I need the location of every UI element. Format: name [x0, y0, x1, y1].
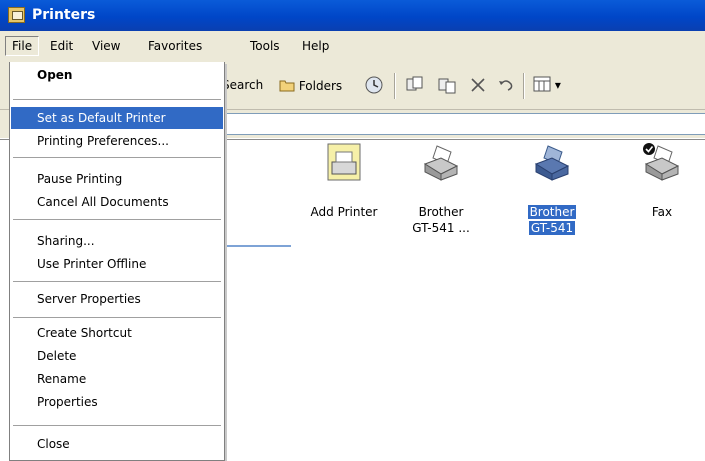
menu-tools[interactable]: Tools — [250, 39, 280, 53]
item-label: Brother GT-541 — [514, 204, 590, 236]
move-to-icon[interactable] — [405, 75, 425, 95]
menu-separator — [13, 219, 221, 220]
views-button[interactable]: ▾ — [533, 75, 561, 93]
menu-separator — [13, 99, 221, 100]
toolbar-separator — [394, 73, 396, 99]
menu-item-set-default-printer[interactable]: Set as Default Printer — [11, 107, 223, 129]
history-icon[interactable] — [364, 75, 384, 95]
menu-item-create-shortcut[interactable]: Create Shortcut — [11, 322, 223, 344]
item-brother-gt541[interactable]: Brother GT-541 — [514, 142, 590, 235]
chevron-down-icon: ▾ — [554, 78, 561, 92]
item-label-line1: Brother — [418, 205, 464, 219]
menu-separator — [13, 281, 221, 282]
divider-line — [225, 245, 291, 247]
search-button[interactable]: Search — [222, 78, 263, 92]
undo-icon[interactable] — [496, 75, 516, 95]
item-brother-gt541-copy[interactable]: Brother GT-541 ... — [403, 142, 479, 235]
menu-edit[interactable]: Edit — [50, 39, 73, 53]
folders-label: Folders — [298, 79, 343, 93]
delete-icon[interactable] — [468, 75, 488, 95]
menu-item-use-printer-offline[interactable]: Use Printer Offline — [11, 253, 223, 275]
item-label: Add Printer — [310, 205, 378, 219]
printer-icon — [423, 145, 459, 181]
printer-icon — [534, 145, 570, 181]
item-add-printer[interactable]: Add Printer — [306, 142, 382, 232]
fax-icon — [643, 143, 680, 181]
menu-item-printing-preferences[interactable]: Printing Preferences... — [11, 130, 223, 152]
folders-button[interactable]: Folders — [279, 78, 342, 93]
menu-item-rename[interactable]: Rename — [11, 368, 223, 390]
item-fax[interactable]: Fax — [624, 142, 700, 232]
menu-file[interactable]: File — [5, 36, 40, 56]
menu-favorites[interactable]: Favorites — [148, 39, 202, 53]
add-printer-icon — [327, 143, 361, 181]
menu-item-pause-printing[interactable]: Pause Printing — [11, 168, 223, 190]
item-label-line2: GT-541 — [528, 221, 576, 235]
menu-item-open[interactable]: Open — [11, 64, 223, 86]
menu-item-server-properties[interactable]: Server Properties — [11, 288, 223, 310]
menu-view[interactable]: View — [92, 39, 120, 53]
copy-to-icon[interactable] — [437, 75, 457, 95]
menu-separator — [13, 157, 221, 158]
item-label: Brother GT-541 ... — [403, 204, 479, 236]
menu-separator — [13, 317, 221, 318]
default-checkmark-icon — [643, 143, 655, 155]
menu-item-close[interactable]: Close — [11, 433, 223, 455]
address-field[interactable] — [224, 113, 705, 135]
menu-separator — [13, 425, 221, 426]
views-icon — [533, 76, 551, 92]
menu-item-delete[interactable]: Delete — [11, 345, 223, 367]
title-bar: Printers — [0, 0, 705, 31]
item-label-line1: Brother — [527, 205, 577, 219]
folders-icon — [279, 80, 295, 92]
menu-item-properties[interactable]: Properties — [11, 391, 223, 413]
menu-item-cancel-all-documents[interactable]: Cancel All Documents — [11, 191, 223, 213]
file-menu: Open Set as Default Printer Printing Pre… — [9, 62, 225, 461]
menu-help[interactable]: Help — [302, 39, 329, 53]
item-label: Fax — [651, 205, 673, 219]
window-title: Printers — [32, 7, 96, 23]
item-label-line2: GT-541 ... — [412, 221, 470, 235]
menu-bar: File Edit View Favorites Tools Help — [0, 31, 705, 62]
menu-item-sharing[interactable]: Sharing... — [11, 230, 223, 252]
printers-folder-icon — [8, 7, 25, 23]
toolbar-separator — [523, 73, 525, 99]
